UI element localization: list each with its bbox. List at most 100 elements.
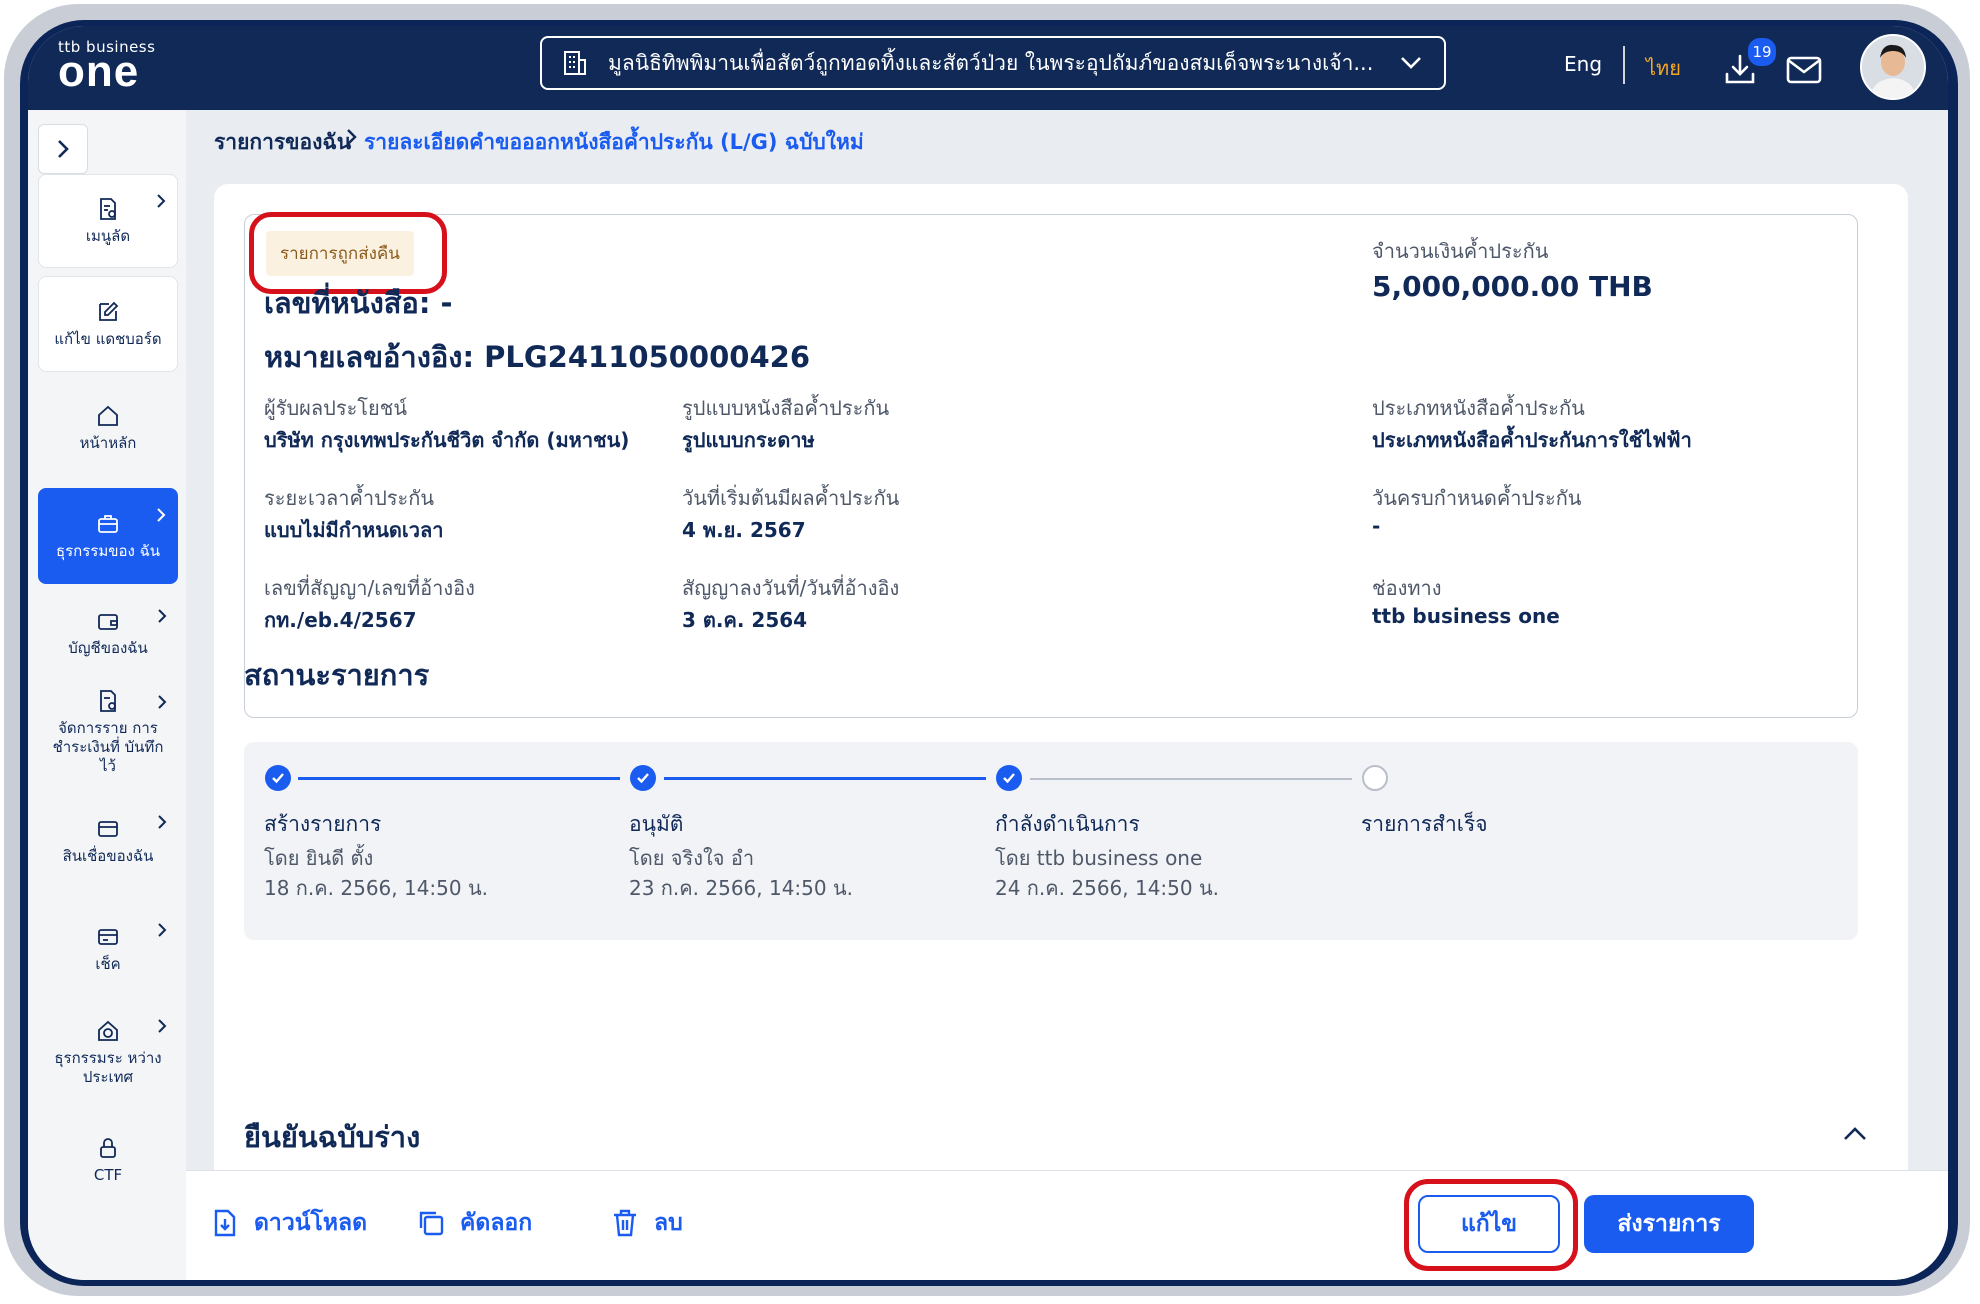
step-by-approve: โดย จริงใจ อำ xyxy=(629,846,755,870)
step-connector xyxy=(1030,778,1352,780)
chevron-right-icon xyxy=(157,508,166,522)
top-bar: ttb business one มูลนิธิทิพพิมานเพื่อสัต… xyxy=(28,26,1948,110)
field-label-beneficiary: ผู้รับผลประโยชน์ xyxy=(264,396,408,420)
field-value-start-date: 4 พ.ย. 2567 xyxy=(682,518,806,542)
sidebar-item-international[interactable]: ธุรกรรมระ หว่างประเทศ xyxy=(38,1000,178,1106)
step-time-create: 18 ก.ค. 2566, 14:50 น. xyxy=(264,876,489,900)
sidebar-item-label: CTF xyxy=(93,1165,123,1184)
global-house-icon xyxy=(98,1020,118,1041)
sidebar-item-label: ธุรกรรมระ หว่างประเทศ xyxy=(54,1049,162,1086)
field-label-expiry-date: วันครบกำหนดค้ำประกัน xyxy=(1372,486,1582,510)
sidebar-item-label: หน้าหลัก xyxy=(79,433,137,452)
ttb-business-one-logo[interactable]: ttb business one xyxy=(58,38,155,96)
breadcrumb-parent[interactable]: รายการของฉัน xyxy=(214,126,351,159)
sidebar-item-home[interactable]: หน้าหลัก xyxy=(38,380,178,476)
sidebar-item-ctf[interactable]: CTF xyxy=(38,1120,178,1200)
status-section-title: สถานะรายการ xyxy=(244,658,430,692)
chevron-right-icon xyxy=(158,815,167,829)
field-value-contract-date: 3 ต.ค. 2564 xyxy=(682,608,808,632)
chevron-down-icon xyxy=(1398,50,1424,76)
credit-card-icon xyxy=(98,820,118,837)
field-value-guarantee-period: แบบไม่มีกำหนดเวลา xyxy=(264,518,444,542)
sidebar-expand-button[interactable] xyxy=(38,124,88,174)
chevron-right-icon xyxy=(157,194,166,208)
field-value-lg-format: รูปแบบกระดาษ xyxy=(682,428,815,452)
field-value-contract-no: กท./eb.4/2567 xyxy=(264,608,417,632)
logo-big-text: one xyxy=(58,47,140,96)
chevron-right-icon xyxy=(158,695,167,709)
home-icon xyxy=(98,405,118,426)
breadcrumb-current: รายละเอียดคำขอออกหนังสือค้ำประกัน (L/G) … xyxy=(364,130,864,154)
briefcase-icon xyxy=(98,514,118,533)
sidebar-item-label: เมนูลัด xyxy=(85,226,131,245)
field-label-contract-no: เลขที่สัญญา/เลขที่อ้างอิง xyxy=(264,576,475,600)
field-value-beneficiary: บริษัท กรุงเทพประกันชีวิต จำกัด (มหาชน) xyxy=(264,428,630,452)
sidebar-item-my-accounts[interactable]: บัญชีของฉัน xyxy=(38,590,178,676)
field-label-lg-format: รูปแบบหนังสือค้ำประกัน xyxy=(682,396,890,420)
step-by-create: โดย ยินดี ตั้ง xyxy=(264,846,374,870)
status-timeline xyxy=(244,742,1858,940)
breadcrumb: รายการของฉัน รายละเอียดคำขอออกหนังสือค้ำ… xyxy=(186,110,1948,166)
chevron-right-icon xyxy=(158,923,167,937)
chevron-right-icon xyxy=(158,609,167,623)
copy-label: คัดลอก xyxy=(460,1210,533,1236)
field-label-start-date: วันที่เริ่มต้นมีผลค้ำประกัน xyxy=(682,486,900,510)
draft-section-title: ยืนยันฉบับร่าง xyxy=(244,1120,421,1154)
step-title-processing: กำลังดำเนินการ xyxy=(995,812,1140,836)
reference-number: หมายเลขอ้างอิง: PLG2411050000426 xyxy=(264,340,811,374)
cheque-icon xyxy=(98,928,118,945)
field-label-channel: ช่องทาง xyxy=(1372,576,1442,600)
app-screen: ttb business one มูลนิธิทิพพิมานเพื่อสัต… xyxy=(28,26,1948,1280)
sidebar-item-label: แก้ไข แดชบอร์ด xyxy=(54,329,162,348)
sidebar-item-label: จัดการราย การชำระเงินที่ บันทึกไว้ xyxy=(52,718,164,775)
sidebar-item-shortcut-menu[interactable]: เมนูลัด xyxy=(38,174,178,268)
chevron-right-icon xyxy=(158,1019,167,1033)
document-bookmark-icon xyxy=(100,197,116,220)
device-bezel: ttb business one มูลนิธิทิพพิมานเพื่อสัต… xyxy=(20,20,1958,1286)
field-label-guarantee-period: ระยะเวลาค้ำประกัน xyxy=(264,486,435,510)
step-by-processing: โดย ttb business one xyxy=(995,846,1203,870)
submit-button[interactable]: ส่งรายการ xyxy=(1584,1195,1754,1253)
language-thai[interactable]: ไทย xyxy=(1646,52,1681,84)
lock-icon xyxy=(100,1137,116,1158)
organization-selector[interactable]: มูลนิธิทิพพิมานเพื่อสัตว์ถูกทอดทิ้งและสั… xyxy=(540,36,1446,90)
field-value-expiry-date: - xyxy=(1372,514,1381,538)
action-bar: ดาวน์โหลด คัดลอก ลบ แก้ไข ส่งรายการ xyxy=(186,1170,1948,1280)
step-time-approve: 23 ก.ค. 2566, 14:50 น. xyxy=(629,876,854,900)
download-label: ดาวน์โหลด xyxy=(254,1210,368,1236)
sidebar-item-my-transactions[interactable]: ธุรกรรมของ ฉัน xyxy=(38,488,178,584)
mail-icon[interactable] xyxy=(1786,56,1822,86)
copy-button[interactable]: คัดลอก xyxy=(416,1205,532,1241)
field-value-lg-type: ประเภทหนังสือค้ำประกันการใช้ไฟฟ้า xyxy=(1372,428,1692,452)
chevron-up-icon[interactable] xyxy=(1840,1122,1870,1146)
amount-value: 5,000,000.00 THB xyxy=(1372,270,1653,303)
sidebar-item-label: เช็ค xyxy=(95,954,121,973)
step-pending-circle-icon xyxy=(1362,765,1388,791)
download-button[interactable]: ดาวน์โหลด xyxy=(210,1205,367,1241)
document-check-icon xyxy=(100,689,116,712)
wallet-icon xyxy=(98,613,118,630)
delete-label: ลบ xyxy=(654,1210,683,1236)
copy-icon xyxy=(419,1211,444,1236)
step-complete-check-icon xyxy=(265,765,291,791)
step-title-create: สร้างรายการ xyxy=(264,812,382,836)
edit-icon xyxy=(99,301,119,321)
sidebar-item-edit-dashboard[interactable]: แก้ไข แดชบอร์ด xyxy=(38,276,178,372)
organization-name: มูลนิธิทิพพิมานเพื่อสัตว์ถูกทอดทิ้งและสั… xyxy=(608,50,1374,75)
step-title-approve: อนุมัติ xyxy=(629,812,684,836)
sidebar-item-cheque[interactable]: เช็ค xyxy=(38,904,178,994)
highlight-edit-outline xyxy=(1404,1179,1578,1271)
step-complete-check-icon xyxy=(630,765,656,791)
language-english[interactable]: Eng xyxy=(1564,52,1602,76)
field-value-channel: ttb business one xyxy=(1372,604,1560,628)
file-download-icon xyxy=(214,1209,236,1237)
trash-icon xyxy=(614,1209,636,1237)
step-complete-check-icon xyxy=(996,765,1022,791)
sidebar-item-label: สินเชื่อของฉัน xyxy=(62,846,154,865)
user-avatar[interactable] xyxy=(1860,34,1926,100)
sidebar-item-my-loans[interactable]: สินเชื่อของฉัน xyxy=(38,796,178,886)
step-time-processing: 24 ก.ค. 2566, 14:50 น. xyxy=(995,876,1220,900)
sidebar-item-saved-payments[interactable]: จัดการราย การชำระเงินที่ บันทึกไว้ xyxy=(38,676,178,788)
sidebar: เมนูลัด แก้ไข แดชบอร์ด หน้าหลัก ธุรกรรมข… xyxy=(28,110,186,1280)
delete-button[interactable]: ลบ xyxy=(610,1205,683,1241)
